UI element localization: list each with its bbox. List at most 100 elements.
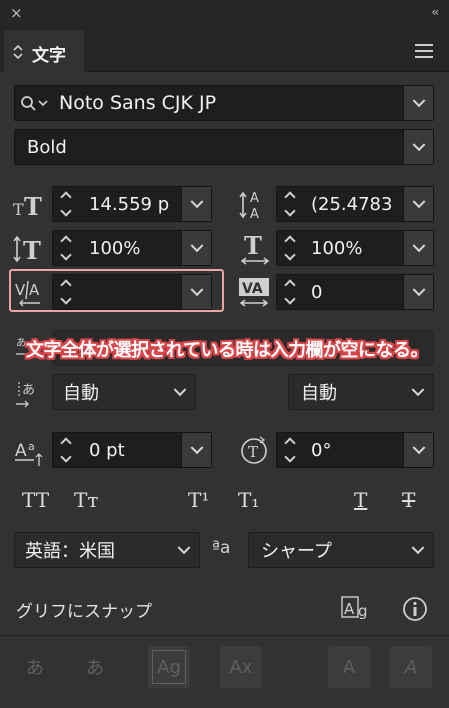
aki-left-dropdown[interactable] [165, 375, 195, 409]
info-icon[interactable] [402, 596, 428, 622]
aki-left-value[interactable]: 自動 [63, 375, 99, 409]
svg-text:T: T [244, 231, 262, 260]
chevron-down-icon [190, 441, 203, 455]
character-rotation-dropdown[interactable] [403, 433, 433, 467]
snap-proximity-guides-icon: A [404, 656, 418, 678]
chevron-down-icon [411, 541, 425, 555]
antialias-field[interactable]: シャープ [248, 532, 434, 568]
character-rotation-field[interactable]: 0° [276, 432, 434, 468]
font-size-stepper[interactable] [59, 189, 75, 219]
horizontal-scale-field[interactable]: 100% [276, 230, 434, 266]
tab-character[interactable]: 文字 [4, 30, 84, 72]
tracking-icon: VA [239, 278, 269, 307]
subscript-button[interactable]: T₁ [238, 488, 259, 512]
horizontal-scale-stepper[interactable] [283, 233, 299, 263]
svg-text:V: V [15, 281, 26, 299]
leading-field[interactable]: (25.4783 [276, 186, 434, 222]
kerning-dropdown[interactable] [181, 275, 211, 309]
all-caps-button[interactable]: TT [22, 488, 49, 512]
font-size-dropdown[interactable] [181, 187, 211, 221]
snap-angular-guides-button[interactable]: A [328, 646, 370, 688]
character-rotation-icon: T [241, 436, 267, 464]
font-family-value[interactable]: Noto Sans CJK JP [59, 86, 216, 120]
vertical-scale-field[interactable]: 100% [52, 230, 212, 266]
leading-dropdown[interactable] [403, 187, 433, 221]
baseline-shift-stepper[interactable] [59, 435, 75, 465]
svg-text:あ: あ [16, 337, 26, 349]
character-panel: × ‹‹ 文字 Noto Sans CJK JP Bold T T 14.559… [0, 0, 449, 708]
svg-text:g: g [358, 602, 368, 620]
panel-titlebar: × ‹‹ [0, 0, 449, 26]
aki-left-icon: あ [16, 382, 35, 408]
aki-left-field[interactable]: 自動 [52, 374, 196, 410]
aki-right-value[interactable]: 自動 [301, 375, 337, 409]
font-style-value[interactable]: Bold [27, 130, 67, 164]
strikethrough-button[interactable]: T [402, 488, 415, 512]
panel-menu-icon[interactable] [415, 44, 433, 58]
horizontal-scale-dropdown[interactable] [403, 231, 433, 265]
tracking-value[interactable]: 0 [311, 275, 322, 309]
chevron-down-icon [412, 283, 425, 297]
snap-baseline-icon: あ [26, 658, 44, 679]
tab-row: 文字 [0, 26, 449, 72]
character-rotation-value[interactable]: 0° [311, 433, 331, 467]
baseline-shift-field[interactable]: 0 pt [52, 432, 212, 468]
updown-arrows-icon [13, 44, 23, 60]
snap-em-box-button[interactable]: あ [74, 646, 116, 688]
snap-to-glyph-label: グリフにスナップ [16, 602, 152, 622]
chevron-down-icon [411, 383, 425, 397]
horizontal-scale-value[interactable]: 100% [311, 231, 362, 265]
snap-x-height-button[interactable]: Ax [220, 646, 262, 688]
small-caps-button[interactable]: Tт [74, 488, 98, 512]
tab-label: 文字 [32, 46, 66, 66]
leading-stepper[interactable] [283, 189, 299, 219]
vertical-scale-dropdown[interactable] [181, 231, 211, 265]
baseline-shift-dropdown[interactable] [181, 433, 211, 467]
language-dropdown[interactable] [169, 533, 199, 567]
tracking-field[interactable]: 0 [276, 274, 434, 310]
baseline-shift-value[interactable]: 0 pt [89, 433, 125, 467]
font-size-field[interactable]: 14.559 p [52, 186, 212, 222]
svg-text:T: T [23, 236, 41, 265]
close-icon[interactable]: × [10, 4, 23, 22]
font-style-field[interactable]: Bold [14, 129, 434, 165]
chevron-down-icon [190, 283, 203, 297]
kerning-stepper[interactable] [59, 277, 75, 307]
vertical-scale-stepper[interactable] [59, 233, 75, 263]
collapse-icon[interactable]: ‹‹ [431, 5, 438, 19]
font-family-dropdown[interactable] [403, 86, 433, 120]
language-value[interactable]: 英語：米国 [25, 533, 115, 567]
svg-text:A: A [29, 281, 40, 299]
svg-text:A: A [250, 207, 259, 222]
character-rotation-stepper[interactable] [283, 435, 299, 465]
leading-value[interactable]: (25.4783 [311, 187, 403, 221]
aki-right-field[interactable]: 自動 [288, 374, 434, 410]
chevron-down-icon [412, 94, 425, 108]
glyph-snap-icon[interactable]: A g [340, 594, 372, 622]
svg-text:VA: VA [242, 281, 263, 297]
tracking-stepper[interactable] [283, 277, 299, 307]
snap-proximity-guides-button[interactable]: A [390, 646, 432, 688]
font-size-icon: T T [13, 192, 42, 221]
vertical-scale-value[interactable]: 100% [89, 231, 140, 265]
aki-right-dropdown[interactable] [403, 375, 433, 409]
svg-text:T: T [24, 192, 42, 221]
language-field[interactable]: 英語：米国 [14, 532, 200, 568]
snap-em-box-icon: あ [86, 658, 104, 679]
superscript-button[interactable]: T¹ [188, 488, 209, 512]
snap-baseline-button[interactable]: あ [14, 646, 56, 688]
font-style-dropdown[interactable] [403, 130, 433, 164]
tracking-dropdown[interactable] [403, 275, 433, 309]
antialias-dropdown[interactable] [403, 533, 433, 567]
svg-text:A: A [15, 441, 27, 461]
svg-text:A: A [344, 600, 355, 618]
kerning-field[interactable] [52, 274, 212, 310]
antialias-value[interactable]: シャープ [261, 533, 332, 567]
svg-text:あ: あ [22, 383, 35, 398]
baseline-shift-icon: A a [15, 440, 43, 466]
vertical-scale-icon: T [13, 235, 41, 265]
font-size-value[interactable]: 14.559 p [89, 187, 181, 221]
font-family-field[interactable]: Noto Sans CJK JP [14, 85, 434, 121]
underline-button[interactable]: T [354, 488, 367, 512]
snap-glyph-bounds-button[interactable]: Ag [148, 646, 190, 688]
